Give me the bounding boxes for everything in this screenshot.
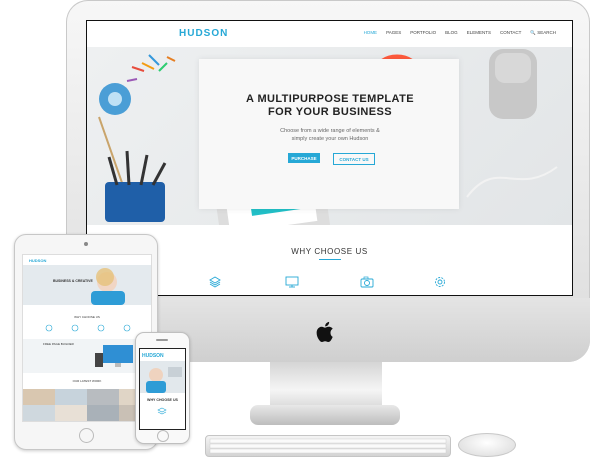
ipad-site-logo: HUDSON: [29, 258, 47, 263]
ipad-screen: HUDSON BUSINESS & CREATIVE WHY CHOOSE US…: [22, 254, 152, 422]
pencil-cup-icon: [105, 182, 165, 222]
layers-icon: [209, 276, 221, 288]
hero-subtitle-line2: simply create your own Hudson: [291, 136, 369, 142]
hero-title-line1: A MULTIPURPOSE TEMPLATE: [246, 93, 414, 105]
site-navbar: HUDSON HOME PAGES PORTFOLIO BLOG ELEMENT…: [87, 21, 572, 47]
hero-subtitle: Choose from a wide range of elements & s…: [237, 127, 423, 143]
hero-title: A MULTIPURPOSE TEMPLATE FOR YOUR BUSINES…: [205, 93, 455, 119]
nav-home[interactable]: HOME: [364, 30, 378, 36]
iphone-hero-photo: [140, 361, 185, 393]
ipad-why-title: WHY CHOOSE US: [74, 315, 100, 319]
nav-pages[interactable]: PAGES: [386, 30, 401, 36]
ipad-hero-title: BUSINESS & CREATIVE: [53, 279, 93, 283]
tape-roll-core-icon: [108, 92, 122, 106]
iphone-home-button[interactable]: [157, 430, 169, 442]
keyboard: [205, 435, 451, 457]
site-logo[interactable]: HUDSON: [179, 28, 228, 39]
nav-blog[interactable]: BLOG: [445, 30, 458, 36]
nav-portfolio[interactable]: PORTFOLIO: [410, 30, 436, 36]
nav-links: HOME PAGES PORTFOLIO BLOG ELEMENTS CONTA…: [364, 30, 556, 36]
hero-title-line2: FOR YOUR BUSINESS: [268, 106, 392, 118]
ipad-home-button[interactable]: [79, 428, 94, 443]
ipad-hero-photo: [91, 268, 125, 305]
monitor-icon: [285, 276, 299, 288]
mouse: [458, 433, 516, 457]
iphone-screen: HUDSON WHY CHOOSE US: [139, 348, 186, 430]
iphone-why-title: WHY CHOOSE US: [147, 398, 178, 402]
camera-icon: [360, 276, 374, 288]
purchase-button[interactable]: PURCHASE: [288, 153, 320, 163]
ipad-portfolio-grid: [23, 389, 151, 421]
nav-elements[interactable]: ELEMENTS: [467, 30, 491, 36]
apple-logo-icon: [316, 321, 333, 343]
nav-search[interactable]: 🔍 SEARCH: [530, 30, 556, 36]
iphone-speaker-icon: [156, 339, 168, 341]
earphones-icon: [466, 166, 558, 198]
iphone-layers-icon: [157, 407, 167, 415]
hero-subtitle-line1: Choose from a wide range of elements &: [280, 128, 380, 134]
iphone-site-logo: HUDSON: [142, 353, 164, 359]
imac-foot: [250, 405, 400, 425]
imac-screen: HUDSON HOME PAGES PORTFOLIO BLOG ELEMENT…: [86, 20, 573, 296]
keyboard-keys-icon: [209, 438, 447, 454]
gear-icon: [435, 277, 445, 287]
phone-case-icon: [489, 49, 537, 119]
nav-contact[interactable]: CONTACT: [500, 30, 521, 36]
ipad-section-title: FREE PAGE BUILDER: [43, 342, 74, 346]
search-label: SEARCH: [537, 30, 556, 35]
ipad-feature-icons: [45, 324, 131, 332]
why-choose-us-title: WHY CHOOSE US: [291, 247, 368, 256]
ipad-projects-title: OUR LATEST WORK: [72, 379, 102, 383]
contact-us-button[interactable]: CONTACT US: [333, 153, 375, 165]
ipad-camera-icon: [84, 242, 88, 246]
paperclips-icon: [126, 54, 176, 82]
why-divider: [319, 259, 341, 260]
hero-section: A MULTIPURPOSE TEMPLATE FOR YOUR BUSINES…: [87, 47, 572, 225]
